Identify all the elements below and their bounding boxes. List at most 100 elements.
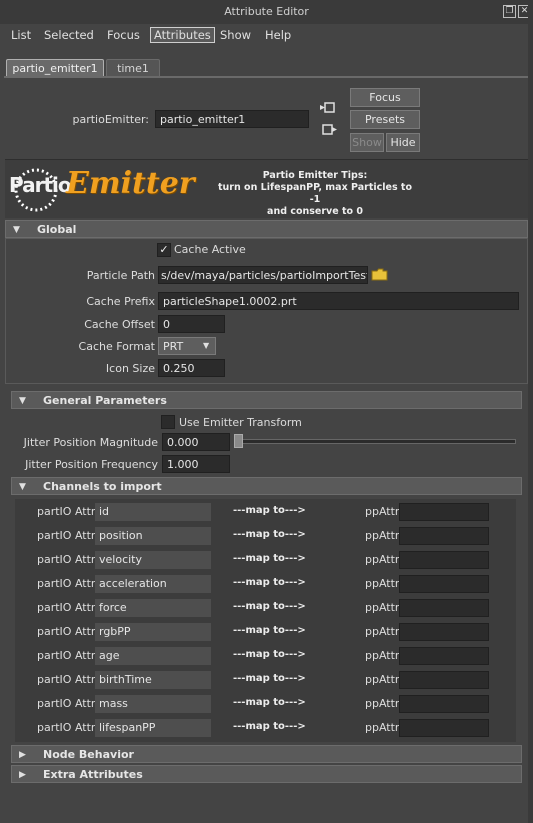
partio-attr-field[interactable]: mass [95,695,211,713]
section-general-parameters[interactable]: ▼ General Parameters [11,391,522,409]
show-button[interactable]: Show [350,133,384,152]
channel-row: partIO Attr force ---map to---> ppAttr [15,597,516,621]
focus-button[interactable]: Focus [350,88,420,107]
cache-active-checkbox[interactable]: ✓ [157,243,171,257]
cache-active-label: Cache Active [174,243,246,256]
input-connection-icon[interactable] [320,101,336,115]
pp-attr-field[interactable] [399,503,489,521]
jitter-magnitude-field[interactable]: 0.000 [162,433,230,451]
channel-row: partIO Attr velocity ---map to---> ppAttr [15,549,516,573]
channel-row: partIO Attr rgbPP ---map to---> ppAttr [15,621,516,645]
partio-attr-label: partIO Attr [37,697,96,710]
expand-arrow-icon: ▼ [19,396,26,406]
pp-attr-label: ppAttr [365,649,400,662]
section-extra-attributes-title: Extra Attributes [43,768,143,781]
icon-size-field[interactable]: 0.250 [158,359,225,377]
cache-prefix-field[interactable]: particleShape1.0002.prt [158,292,519,310]
folder-icon[interactable] [371,268,388,281]
pp-attr-field[interactable] [399,575,489,593]
scrollbar[interactable] [528,0,533,823]
cache-format-label: Cache Format [78,340,155,353]
menu-selected[interactable]: Selected [44,28,94,42]
partio-logo: Partio [9,173,72,197]
tips-line-1: turn on LifespanPP, max Particles to -1 [218,182,412,205]
partio-attr-label: partIO Attr [37,553,96,566]
use-emitter-transform-checkbox[interactable] [161,415,175,429]
cache-prefix-label: Cache Prefix [86,295,155,308]
map-to-label: ---map to---> [233,577,306,588]
partio-attr-field[interactable]: acceleration [95,575,211,593]
title-bar: Attribute Editor ❐ ✕ [0,0,533,24]
use-emitter-transform-label: Use Emitter Transform [179,416,302,429]
restore-icon[interactable]: ❐ [503,5,516,18]
emitter-logo: Emitter [66,166,195,201]
pp-attr-label: ppAttr [365,577,400,590]
menu-attributes[interactable]: Attributes [150,27,215,43]
map-to-label: ---map to---> [233,625,306,636]
section-global-title: Global [37,223,77,236]
map-to-label: ---map to---> [233,697,306,708]
section-node-behavior[interactable]: ▶ Node Behavior [11,745,522,763]
pp-attr-label: ppAttr [365,673,400,686]
tab-divider [4,76,533,78]
section-extra-attributes[interactable]: ▶ Extra Attributes [11,765,522,783]
section-channels[interactable]: ▼ Channels to import [11,477,522,495]
channel-row: partIO Attr position ---map to---> ppAttr [15,525,516,549]
collapsed-arrow-icon: ▶ [19,770,26,780]
partio-attr-field[interactable]: birthTime [95,671,211,689]
node-name-field[interactable]: partio_emitter1 [155,110,309,128]
pp-attr-field[interactable] [399,551,489,569]
hide-button[interactable]: Hide [386,133,420,152]
cache-offset-field[interactable]: 0 [158,315,225,333]
section-general-title: General Parameters [43,394,167,407]
pp-attr-field[interactable] [399,695,489,713]
pp-attr-field[interactable] [399,671,489,689]
presets-button[interactable]: Presets [350,110,420,129]
map-to-label: ---map to---> [233,553,306,564]
partio-attr-field[interactable]: age [95,647,211,665]
particle-path-field[interactable]: s/dev/maya/particles/partioImportTest/ [158,266,368,284]
cache-offset-label: Cache Offset [84,318,155,331]
pp-attr-field[interactable] [399,647,489,665]
pp-attr-field[interactable] [399,527,489,545]
expand-arrow-icon: ▼ [13,225,20,235]
partio-attr-field[interactable]: rgbPP [95,623,211,641]
menu-list[interactable]: List [11,28,31,42]
partio-attr-field[interactable]: force [95,599,211,617]
particle-path-label: Particle Path [86,269,155,282]
partio-attr-field[interactable]: lifespanPP [95,719,211,737]
partio-attr-label: partIO Attr [37,577,96,590]
partio-attr-label: partIO Attr [37,529,96,542]
expand-arrow-icon: ▼ [19,482,26,492]
channel-row: partIO Attr age ---map to---> ppAttr [15,645,516,669]
window-title: Attribute Editor [224,5,309,18]
pp-attr-label: ppAttr [365,625,400,638]
channel-row: partIO Attr lifespanPP ---map to---> ppAttr [15,717,516,741]
jitter-frequency-field[interactable]: 1.000 [162,455,230,473]
pp-attr-label: ppAttr [365,601,400,614]
channel-row: partIO Attr id ---map to---> ppAttr [15,501,516,525]
pp-attr-label: ppAttr [365,505,400,518]
section-global[interactable]: ▼ Global [5,220,528,238]
pp-attr-field[interactable] [399,719,489,737]
map-to-label: ---map to---> [233,601,306,612]
jitter-magnitude-slider[interactable] [235,439,516,444]
partio-attr-field[interactable]: position [95,527,211,545]
menu-help[interactable]: Help [265,28,291,42]
partio-attr-field[interactable]: id [95,503,211,521]
cache-format-value: PRT [163,340,184,353]
partio-attr-field[interactable]: velocity [95,551,211,569]
slider-handle[interactable] [234,434,243,448]
map-to-label: ---map to---> [233,721,306,732]
pp-attr-field[interactable] [399,599,489,617]
output-connection-icon[interactable] [322,123,338,137]
section-channels-title: Channels to import [43,480,162,493]
menu-show[interactable]: Show [220,28,251,42]
channel-row: partIO Attr birthTime ---map to---> ppAttr [15,669,516,693]
tips-title: Partio Emitter Tips: [262,170,368,181]
chevron-down-icon[interactable]: ▼ [203,341,209,350]
menu-focus[interactable]: Focus [107,28,140,42]
pp-attr-field[interactable] [399,623,489,641]
map-to-label: ---map to---> [233,649,306,660]
pp-attr-label: ppAttr [365,721,400,734]
